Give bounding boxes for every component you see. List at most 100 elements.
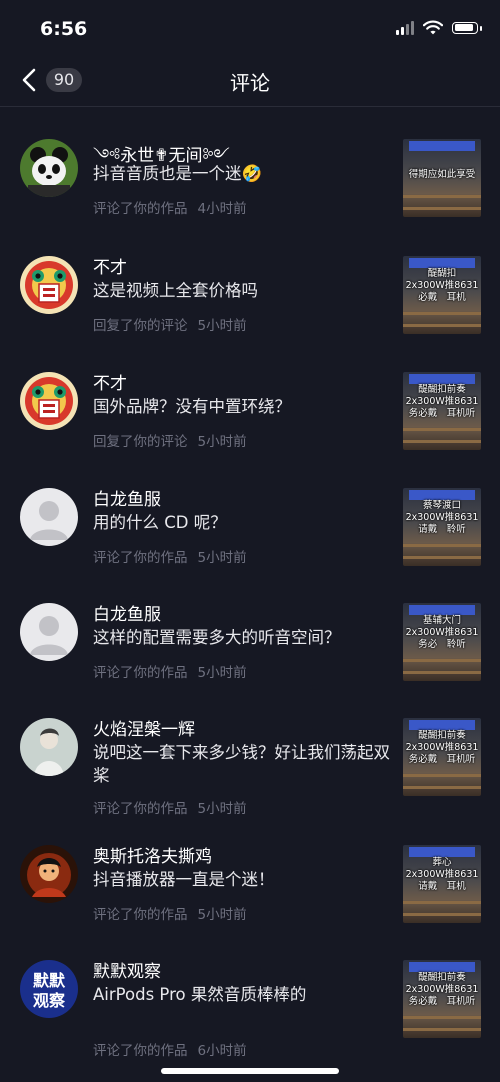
thumbnail-sign <box>409 490 475 500</box>
video-thumbnail[interactable]: 得期应如此享受 <box>403 139 481 217</box>
action-text: 回复了你的评论 <box>93 318 188 334</box>
video-thumbnail[interactable]: 醍醐扣前奏 2x300W推8631 务必戴 耳机听 <box>403 960 481 1038</box>
thumbnail-shelf <box>403 671 481 674</box>
thumbnail-caption-line: 务必 聆听 <box>418 639 466 650</box>
avatar[interactable] <box>20 718 78 776</box>
video-thumbnail[interactable]: 葬心 2x300W推8631 请戴 耳机 <box>403 845 481 923</box>
thumbnail-caption: 得期应如此享受 <box>403 169 481 181</box>
avatar[interactable] <box>20 603 78 661</box>
timestamp: 4小时前 <box>197 201 247 217</box>
thumbnail-shelf <box>403 659 481 662</box>
comment-text: 这是视频上全套价格吗 <box>93 281 258 300</box>
thumbnail-caption-line: 得期应如此享受 <box>408 169 476 180</box>
thumbnail-shelf <box>403 1016 481 1019</box>
thumbnail-shelf <box>403 901 481 904</box>
page-title: 评论 <box>230 71 270 95</box>
comment-text: 用的什么 CD 呢？ <box>93 513 227 532</box>
action-text: 评论了你的作品 <box>93 801 188 817</box>
thumbnail-sign <box>409 141 475 151</box>
action-text: 评论了你的作品 <box>93 550 188 566</box>
username[interactable]: 不才 <box>93 253 127 278</box>
avatar[interactable]: 默默 观察 <box>20 960 78 1018</box>
comment-meta: 评论了你的作品 4小时前 <box>93 197 247 217</box>
avatar[interactable] <box>20 372 78 430</box>
thumbnail-caption-line: 基辅大门 <box>422 615 461 626</box>
video-thumbnail[interactable]: 醍醐扣前奏 2x300W推8631 务必戴 耳机听 <box>403 372 481 450</box>
comment-meta: 评论了你的作品 5小时前 <box>93 797 247 817</box>
comment-text: 抖音音质也是一个迷🤣 <box>93 164 263 183</box>
timestamp: 5小时前 <box>197 434 247 450</box>
video-thumbnail[interactable]: 基辅大门 2x300W推8631 务必 聆听 <box>403 603 481 681</box>
thumbnail-caption: 醍醐扣前奏 2x300W推8631 务必戴 耳机听 <box>403 384 481 420</box>
comment-meta: 评论了你的作品 5小时前 <box>93 546 247 566</box>
video-thumbnail[interactable]: 蔡琴渡口 2x300W推8631 请戴 聆听 <box>403 488 481 566</box>
video-thumbnail[interactable]: 醍醐扣前奏 2x300W推8631 务必戴 耳机听 <box>403 718 481 796</box>
thumbnail-shelf <box>403 774 481 777</box>
username[interactable]: 不才 <box>93 369 127 394</box>
action-text: 评论了你的作品 <box>93 665 188 681</box>
action-text: 评论了你的作品 <box>93 907 188 923</box>
timestamp: 5小时前 <box>197 550 247 566</box>
timestamp: 5小时前 <box>197 907 247 923</box>
thumbnail-shelf <box>403 312 481 315</box>
thumbnail-shelf <box>403 324 481 327</box>
comment-meta: 回复了你的评论 5小时前 <box>93 430 247 450</box>
thumbnail-caption-line: 葬心 <box>432 857 452 868</box>
thumbnail-sign <box>409 258 475 268</box>
timestamp: 5小时前 <box>197 318 247 334</box>
comment-meta: 评论了你的作品 6小时前 <box>93 1039 247 1059</box>
comment-text: AirPods Pro 果然音质棒棒的 <box>93 985 307 1004</box>
thumbnail-caption: 醍醐扣 2x300W推8631 必戴 耳机 <box>403 268 481 304</box>
avatar[interactable] <box>20 488 78 546</box>
thumbnail-shelf <box>403 195 481 198</box>
thumbnail-caption-line: 请戴 耳机 <box>418 881 466 892</box>
action-text: 评论了你的作品 <box>93 1043 188 1059</box>
thumbnail-caption-line: 2x300W推8631 <box>405 512 479 523</box>
username[interactable]: 奥斯托洛夫撕鸡 <box>93 842 212 867</box>
thumbnail-caption-line: 2x300W推8631 <box>405 396 479 407</box>
thumbnail-shelf <box>403 428 481 431</box>
thumbnail-caption: 蔡琴渡口 2x300W推8631 请戴 聆听 <box>403 500 481 536</box>
timestamp: 5小时前 <box>197 665 247 681</box>
thumbnail-caption-line: 2x300W推8631 <box>405 280 479 291</box>
action-text: 回复了你的评论 <box>93 434 188 450</box>
thumbnail-shelf <box>403 207 481 210</box>
thumbnail-sign <box>409 605 475 615</box>
thumbnail-caption-line: 醍醐扣前奏 <box>418 384 466 395</box>
status-time: 6:56 <box>40 18 88 40</box>
avatar[interactable] <box>20 256 78 314</box>
thumbnail-shelf <box>403 556 481 559</box>
thumbnail-caption-line: 必戴 耳机 <box>418 292 466 303</box>
thumbnail-caption-line: 醍醐扣前奏 <box>418 972 466 983</box>
timestamp: 6小时前 <box>197 1043 247 1059</box>
thumbnail-shelf <box>403 440 481 443</box>
thumbnail-sign <box>409 374 475 384</box>
thumbnail-caption-line: 2x300W推8631 <box>405 627 479 638</box>
username[interactable]: 默默观察 <box>93 957 161 982</box>
thumbnail-caption: 醍醐扣前奏 2x300W推8631 务必戴 耳机听 <box>403 730 481 766</box>
username[interactable]: 火焰涅槃一辉 <box>93 715 195 740</box>
home-indicator <box>161 1068 339 1074</box>
video-thumbnail[interactable]: 醍醐扣 2x300W推8631 必戴 耳机 <box>403 256 481 334</box>
username[interactable]: 白龙鱼服 <box>93 485 161 510</box>
avatar[interactable] <box>20 845 78 903</box>
comment-meta: 评论了你的作品 5小时前 <box>93 661 247 681</box>
thumbnail-shelf <box>403 786 481 789</box>
thumbnail-caption-line: 请戴 聆听 <box>418 524 466 535</box>
thumbnail-caption-line: 醍醐扣 <box>427 268 457 279</box>
thumbnail-sign <box>409 720 475 730</box>
thumbnail-caption-line: 2x300W推8631 <box>405 742 479 753</box>
wifi-icon <box>423 20 443 35</box>
battery-level <box>454 24 474 31</box>
thumbnail-caption-line: 醍醐扣前奏 <box>418 730 466 741</box>
thumbnail-sign <box>409 962 475 972</box>
thumbnail-caption: 醍醐扣前奏 2x300W推8631 务必戴 耳机听 <box>403 972 481 1008</box>
thumbnail-shelf <box>403 1028 481 1031</box>
status-icons <box>396 20 482 35</box>
avatar[interactable] <box>20 139 78 197</box>
thumbnail-caption-line: 2x300W推8631 <box>405 984 479 995</box>
username[interactable]: 白龙鱼服 <box>93 600 161 625</box>
thumbnail-caption: 基辅大门 2x300W推8631 务必 聆听 <box>403 615 481 651</box>
avatar-text-line: 观察 <box>33 991 66 1010</box>
status-bar: 6:56 <box>0 0 500 54</box>
